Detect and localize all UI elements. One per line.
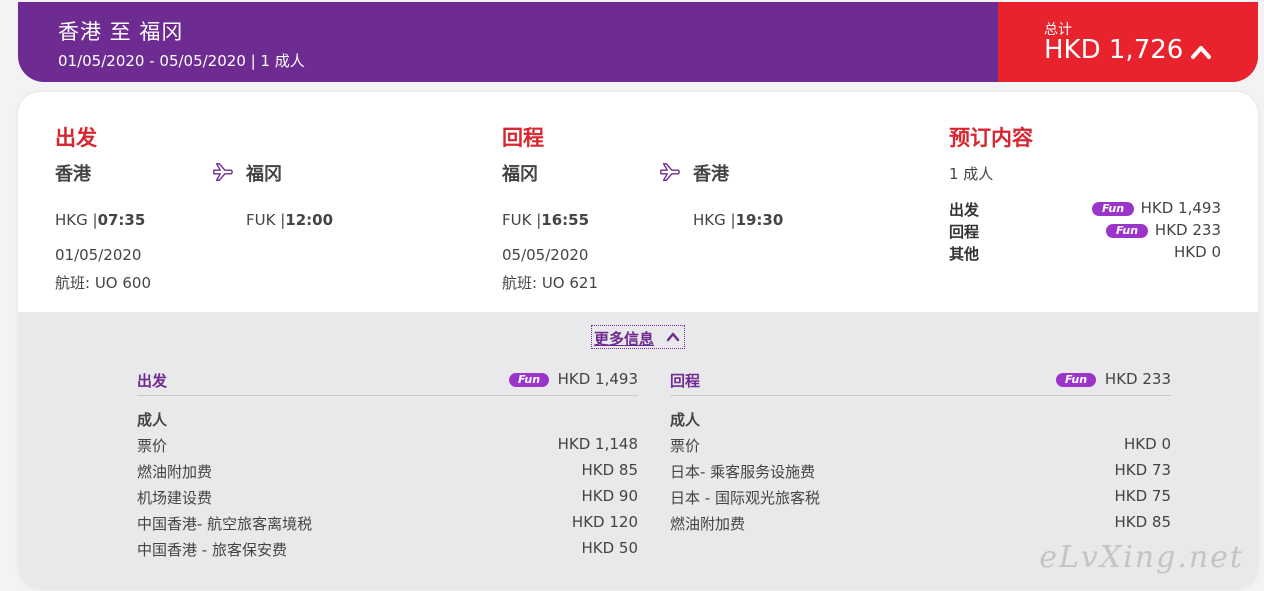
breakdown-total: HKD 233 (1104, 370, 1171, 388)
fee-row: 燃油附加费 HKD 85 (670, 513, 1171, 533)
return-date: 05/05/2020 (502, 246, 589, 264)
summary-heading: 预订内容 (949, 126, 1033, 150)
summary-row-label: 出发 (949, 201, 980, 219)
breakdown-header: 出发 Fun HKD 1,493 (137, 368, 638, 396)
summary-row-outbound: 出发 Fun HKD 1,493 (949, 199, 1221, 219)
return-arrive-time: HKG |19:30 (693, 211, 784, 229)
summary-row-amount: HKD 1,493 (1140, 199, 1221, 217)
fare-breakdown-panel: 更多信息 出发 Fun HKD 1,493 成人 票价 HKD 1,148 燃油附… (18, 312, 1258, 589)
outbound-from-city: 香港 (55, 164, 91, 185)
fee-row: 燃油附加费 HKD 85 (137, 461, 638, 481)
return-heading: 回程 (502, 126, 544, 150)
breakdown-total: HKD 1,493 (557, 370, 638, 388)
summary-row-return: 回程 Fun HKD 233 (949, 221, 1221, 241)
breakdown-title: 回程 (670, 372, 701, 390)
outbound-to-city: 福冈 (246, 164, 282, 185)
fee-row: 日本 - 国际观光旅客税 HKD 75 (670, 487, 1171, 507)
passenger-type: 成人 (670, 411, 701, 429)
outbound-depart-time: HKG |07:35 (55, 211, 146, 229)
fee-row: 机场建设费 HKD 90 (137, 487, 638, 507)
return-to-city: 香港 (693, 164, 729, 185)
return-depart-time: FUK |16:55 (502, 211, 590, 229)
fee-row: 日本- 乘客服务设施费 HKD 73 (670, 461, 1171, 481)
summary-pax: 1 成人 (949, 165, 994, 183)
outbound-arrive-time: FUK |12:00 (246, 211, 334, 229)
total-price-toggle[interactable]: 总计 HKD 1,726 (998, 2, 1258, 82)
fee-row: 票价 HKD 0 (670, 435, 1171, 455)
summary-row-amount: HKD 233 (1154, 221, 1221, 239)
trip-header: 香港 至 福冈 01/05/2020 - 05/05/2020 | 1 成人 总… (18, 2, 1258, 82)
outbound-flight: 航班: UO 600 (55, 274, 152, 292)
chevron-up-icon[interactable] (1190, 44, 1212, 60)
outbound-breakdown: 出发 Fun HKD 1,493 成人 票价 HKD 1,148 燃油附加费 HKD… (137, 368, 638, 565)
summary-row-label: 其他 (949, 245, 980, 263)
plane-icon (213, 163, 233, 181)
return-breakdown: 回程 Fun HKD 233 成人 票价 HKD 0 日本- 乘客服务设施费 HKD… (670, 368, 1171, 539)
outbound-heading: 出发 (55, 126, 97, 150)
plane-icon (660, 163, 680, 181)
fee-row: 票价 HKD 1,148 (137, 435, 638, 455)
passenger-type: 成人 (137, 411, 168, 429)
fun-fare-badge: Fun (1056, 373, 1096, 387)
return-from-city: 福冈 (502, 164, 538, 185)
fun-fare-badge: Fun (1092, 202, 1134, 216)
summary-row-other: 其他 HKD 0 (949, 243, 1221, 263)
booking-detail-card: 出发 香港 福冈 HKG |07:35 FUK |12:00 01/05/202… (18, 92, 1258, 589)
breakdown-title: 出发 (137, 372, 168, 390)
fun-fare-badge: Fun (1106, 224, 1148, 238)
fee-row: 中国香港 - 旅客保安费 HKD 50 (137, 539, 638, 559)
return-flight: 航班: UO 621 (502, 274, 599, 292)
total-amount: HKD 1,726 (1044, 35, 1184, 65)
trip-dates-pax: 01/05/2020 - 05/05/2020 | 1 成人 (58, 52, 305, 70)
chevron-up-icon (666, 332, 680, 342)
breakdown-header: 回程 Fun HKD 233 (670, 368, 1171, 396)
summary-row-amount: HKD 0 (1174, 243, 1221, 261)
more-info-toggle[interactable]: 更多信息 (591, 325, 685, 349)
route-title: 香港 至 福冈 (58, 20, 184, 44)
summary-row-label: 回程 (949, 223, 980, 241)
fun-fare-badge: Fun (509, 373, 549, 387)
outbound-date: 01/05/2020 (55, 246, 142, 264)
watermark: eLvXing.net (1039, 540, 1244, 575)
more-info-label: 更多信息 (594, 330, 655, 348)
fee-row: 中国香港- 航空旅客离境税 HKD 120 (137, 513, 638, 533)
